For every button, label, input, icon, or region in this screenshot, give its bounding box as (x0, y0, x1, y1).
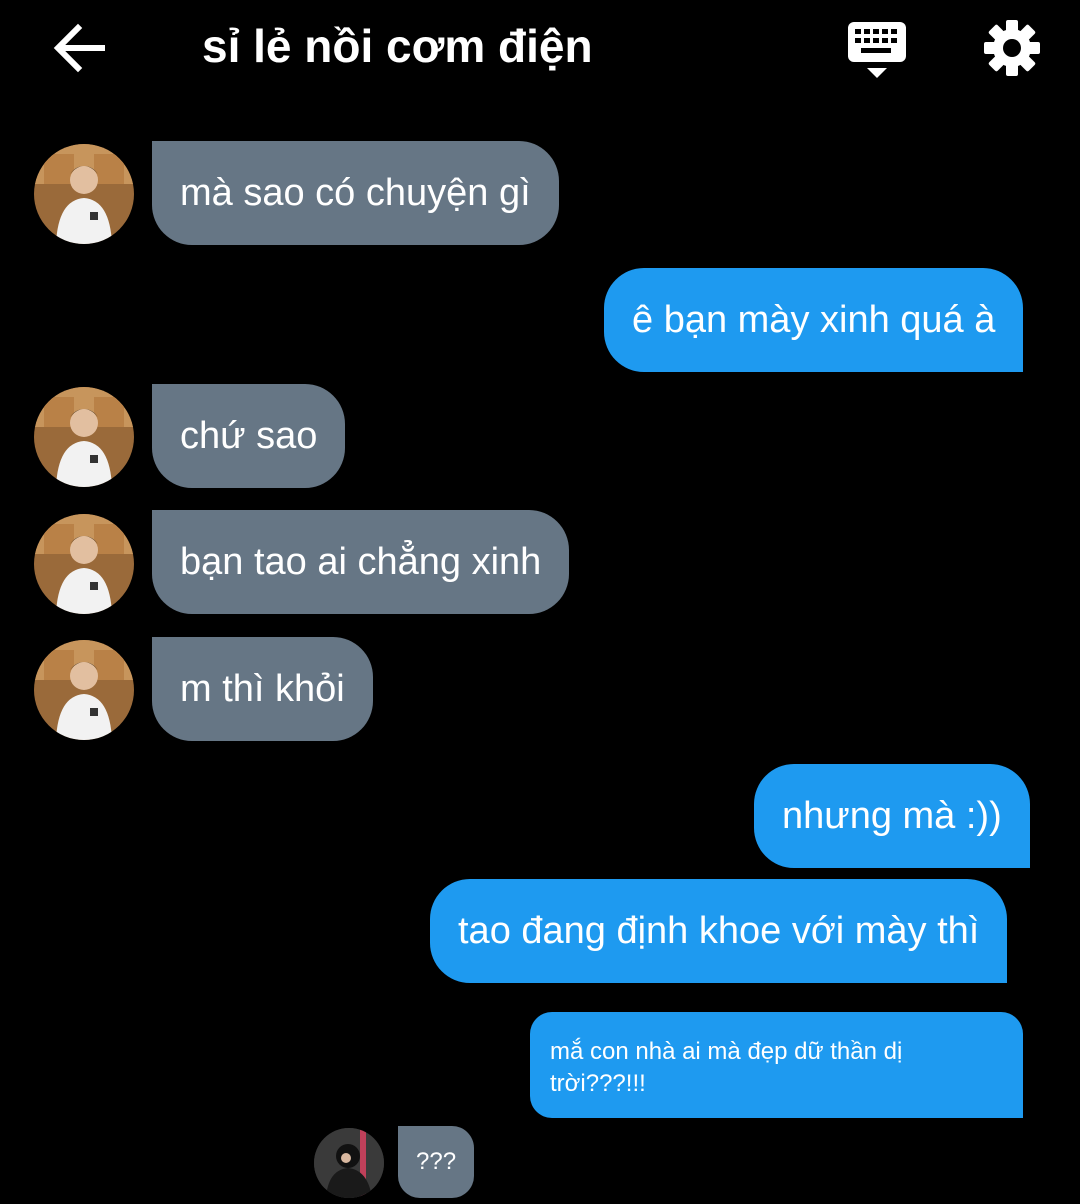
person-photo-icon (34, 640, 134, 740)
message-bubble-outgoing[interactable]: nhưng mà :)) (754, 764, 1030, 868)
contact-avatar[interactable] (34, 514, 134, 614)
chat-header: sỉ lẻ nồi cơm điện (0, 0, 1080, 100)
message-bubble-incoming[interactable]: ??? (398, 1126, 475, 1198)
gear-icon (984, 20, 1040, 76)
arrow-left-icon (53, 23, 105, 73)
contact-avatar[interactable] (34, 144, 134, 244)
person-photo-icon (34, 144, 134, 244)
settings-button[interactable] (982, 18, 1042, 78)
back-button[interactable] (50, 22, 110, 74)
message-bubble-incoming[interactable]: mà sao có chuyện gì (152, 141, 559, 245)
message-bubble-outgoing[interactable]: tao đang định khoe với mày thì (430, 879, 1008, 983)
message-bubble-incoming[interactable]: bạn tao ai chẳng xinh (152, 510, 570, 614)
message-bubble-outgoing[interactable]: ê bạn mày xinh quá à (604, 268, 1024, 372)
message-bubble-incoming[interactable]: chứ sao (152, 384, 346, 488)
message-bubble-outgoing[interactable]: mắ con nhà ai mà đẹp dữ thần dị trời???!… (530, 1012, 1023, 1118)
chat-title: sỉ lẻ nồi cơm điện (202, 20, 593, 72)
person-photo-icon (34, 387, 134, 487)
message-bubble-incoming[interactable]: m thì khỏi (152, 637, 373, 741)
keyboard-icon (848, 22, 906, 78)
keyboard-button[interactable] (846, 20, 910, 82)
contact-avatar[interactable] (34, 640, 134, 740)
sender-avatar[interactable] (314, 1128, 384, 1198)
contact-avatar[interactable] (34, 387, 134, 487)
person-photo-icon (34, 514, 134, 614)
person-photo-icon (314, 1128, 384, 1198)
